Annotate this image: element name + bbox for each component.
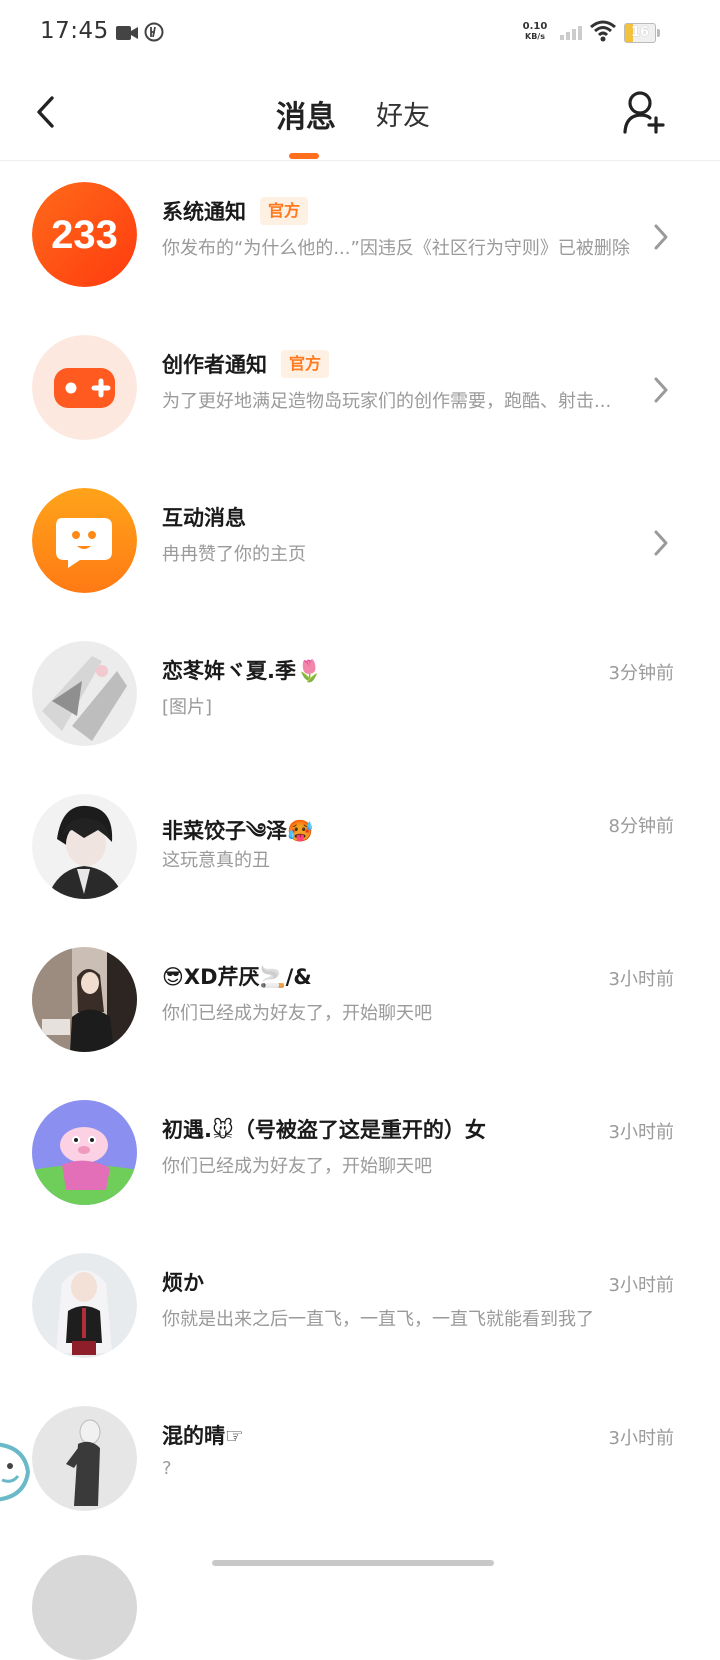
conversation-time: 3小时前 [608, 969, 674, 990]
hd-icon [144, 22, 164, 42]
wifi-icon [590, 20, 616, 42]
233-logo-avatar: 233 [32, 182, 137, 287]
add-friend-icon[interactable] [620, 88, 668, 136]
conversation-time: 3小时前 [608, 1122, 674, 1143]
conversation-time: 3分钟前 [608, 663, 674, 684]
official-badge: 官方 [260, 197, 309, 225]
conversation-name: 互动消息 [162, 506, 246, 530]
video-camera-icon [116, 26, 138, 40]
conversation-name: 😎XD芹厌🚬/& [162, 965, 312, 989]
active-tab-indicator [289, 153, 319, 159]
conversation-preview: [图片] [162, 697, 213, 718]
user-avatar[interactable] [32, 641, 137, 746]
svg-text:233: 233 [51, 213, 118, 257]
user-avatar[interactable] [32, 1253, 137, 1358]
list-item-conversation[interactable]: 混的晴☞ ? 3小时前 [0, 1384, 720, 1537]
net-speed-value: 0.10 [522, 21, 548, 32]
conversation-name: 初遇.🐭（号被盗了这是重开的）女 [162, 1118, 486, 1142]
conversation-name: 恋苳姩ヾ夏.季🌷 [162, 659, 323, 683]
conversation-preview: 你们已经成为好友了，开始聊天吧 [162, 1156, 432, 1177]
conversation-time: 3小时前 [608, 1275, 674, 1296]
list-item-interaction-messages[interactable]: 互动消息 冉冉赞了你的主页 [0, 466, 720, 619]
net-speed-unit: KB/s [525, 32, 545, 41]
list-item-conversation[interactable]: 非菜饺子༄泽🥵 这玩意真的丑 8分钟前 [0, 772, 720, 925]
user-avatar[interactable] [32, 947, 137, 1052]
list-item-conversation[interactable]: 😎XD芹厌🚬/& 你们已经成为好友了，开始聊天吧 3小时前 [0, 925, 720, 1078]
chevron-right-icon [654, 377, 668, 403]
conversation-time: 3小时前 [608, 1428, 674, 1449]
status-bar: 17:45 0.10 KB/s 16 [0, 0, 720, 64]
list-item-conversation[interactable]: 恋苳姩ヾ夏.季🌷 [图片] 3分钟前 [0, 619, 720, 772]
battery-icon: 16 [624, 23, 660, 43]
status-time: 17:45 [40, 18, 109, 44]
conversation-name: 混的晴☞ [162, 1424, 244, 1448]
floating-assistant-icon[interactable] [0, 1436, 34, 1508]
user-avatar-partial [32, 1555, 137, 1660]
conversation-name: 系统通知 官方 [162, 196, 309, 227]
chat-bubble-icon-avatar [32, 488, 137, 593]
back-arrow-icon[interactable] [30, 92, 70, 132]
conversation-preview: 你就是出来之后一直飞，一直飞，一直飞就能看到我了 [162, 1309, 594, 1330]
user-avatar[interactable] [32, 794, 137, 899]
list-item-creator-notice[interactable]: 创作者通知 官方 为了更好地满足造物岛玩家们的创作需要，跑酷、射击... [0, 313, 720, 466]
tab-messages[interactable]: 消息 [276, 92, 336, 136]
user-avatar[interactable] [32, 1406, 137, 1511]
tab-friends[interactable]: 好友 [376, 94, 430, 133]
official-badge: 官方 [281, 350, 330, 378]
list-item-conversation[interactable]: 烦か 你就是出来之后一直飞，一直飞，一直飞就能看到我了 3小时前 [0, 1231, 720, 1384]
list-item-system-notice[interactable]: 233 系统通知 官方 你发布的“为什么他的...”因违反《社区行为守则》已被删除 [0, 160, 720, 313]
battery-level: 16 [630, 25, 650, 40]
conversation-time: 8分钟前 [608, 816, 674, 837]
top-navigation: 消息 好友 [0, 64, 720, 161]
conversation-preview: 你发布的“为什么他的...”因违反《社区行为守则》已被删除 [162, 238, 630, 259]
chevron-right-icon [654, 530, 668, 556]
conversation-preview: 你们已经成为好友了，开始聊天吧 [162, 1003, 432, 1024]
home-indicator[interactable] [212, 1560, 494, 1566]
conversation-name: 烦か [162, 1271, 204, 1295]
gamepad-icon-avatar [32, 335, 137, 440]
conversation-preview: ? [162, 1458, 172, 1479]
net-speed: 0.10 KB/s [520, 22, 550, 42]
signal-icon [560, 26, 582, 40]
list-item-conversation[interactable]: 初遇.🐭（号被盗了这是重开的）女 你们已经成为好友了，开始聊天吧 3小时前 [0, 1078, 720, 1231]
chevron-right-icon [654, 224, 668, 250]
conversation-name: 创作者通知 官方 [162, 349, 330, 380]
conversation-preview: 这玩意真的丑 [162, 850, 270, 871]
conversation-preview: 冉冉赞了你的主页 [162, 544, 306, 565]
conversation-preview: 为了更好地满足造物岛玩家们的创作需要，跑酷、射击... [162, 391, 612, 412]
user-avatar[interactable] [32, 1100, 137, 1205]
